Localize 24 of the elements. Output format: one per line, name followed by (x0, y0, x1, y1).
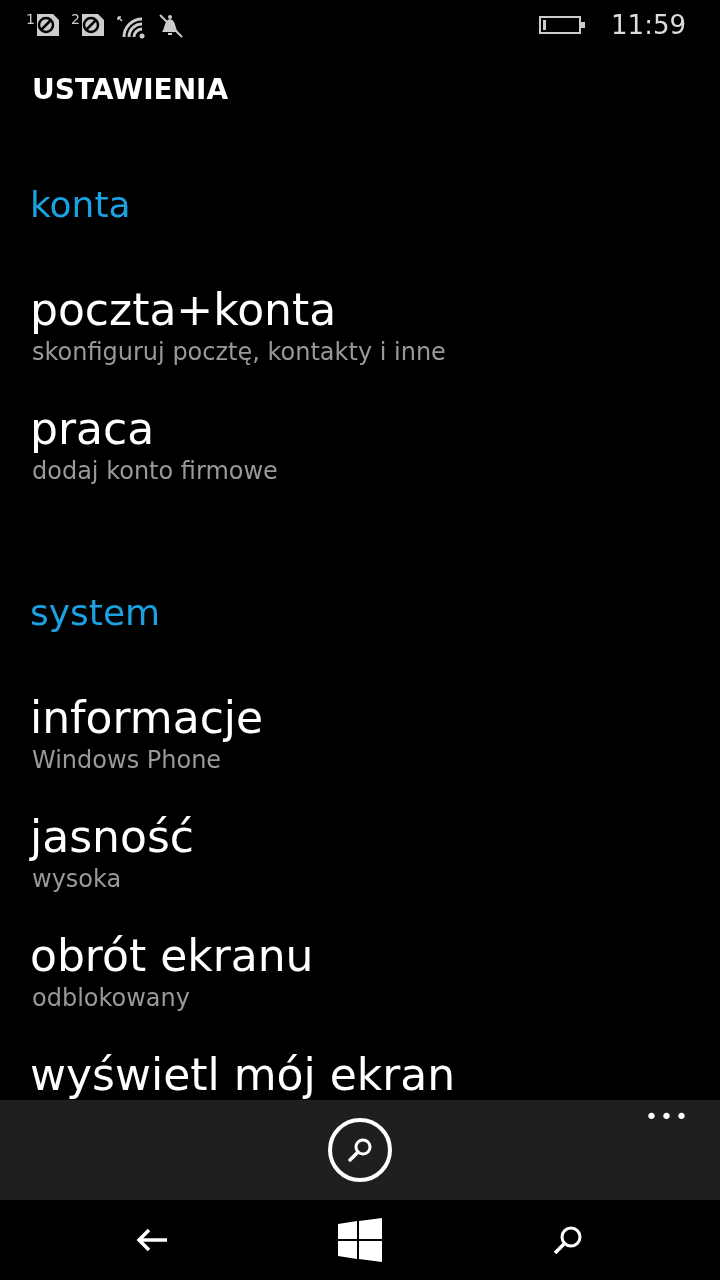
back-icon[interactable] (134, 1227, 169, 1253)
setting-subtitle: odblokowany (31, 983, 191, 1013)
page-title: USTAWIENIA (32, 72, 230, 108)
more-button[interactable]: ••• (645, 1104, 690, 1129)
clock: 11:59 (611, 10, 686, 40)
setting-title[interactable]: poczta+konta (30, 283, 720, 337)
section-header: system (30, 591, 162, 635)
sim-number: 2 (70, 12, 80, 26)
setting-title[interactable]: praca (30, 402, 720, 456)
setting-title[interactable]: informacje (30, 691, 720, 745)
setting-subtitle: skonfiguruj pocztę, kontakty i inne (31, 337, 447, 367)
setting-title[interactable]: obrót ekranu (30, 929, 720, 983)
sim-card-icon (34, 12, 61, 38)
section-header: konta (30, 183, 132, 227)
sim-card-icon (79, 12, 106, 38)
search-button[interactable] (328, 1118, 392, 1182)
windows-logo-icon[interactable] (338, 1218, 382, 1262)
battery-icon (539, 15, 586, 35)
setting-title[interactable]: wyświetl mój ekran (30, 1048, 720, 1102)
setting-title[interactable]: jasność (30, 810, 720, 864)
setting-subtitle: wysoka (31, 864, 123, 894)
sim-number: 1 (26, 12, 35, 26)
setting-subtitle: dodaj konto firmowe (31, 456, 279, 486)
setting-subtitle: Windows Phone (31, 745, 223, 775)
